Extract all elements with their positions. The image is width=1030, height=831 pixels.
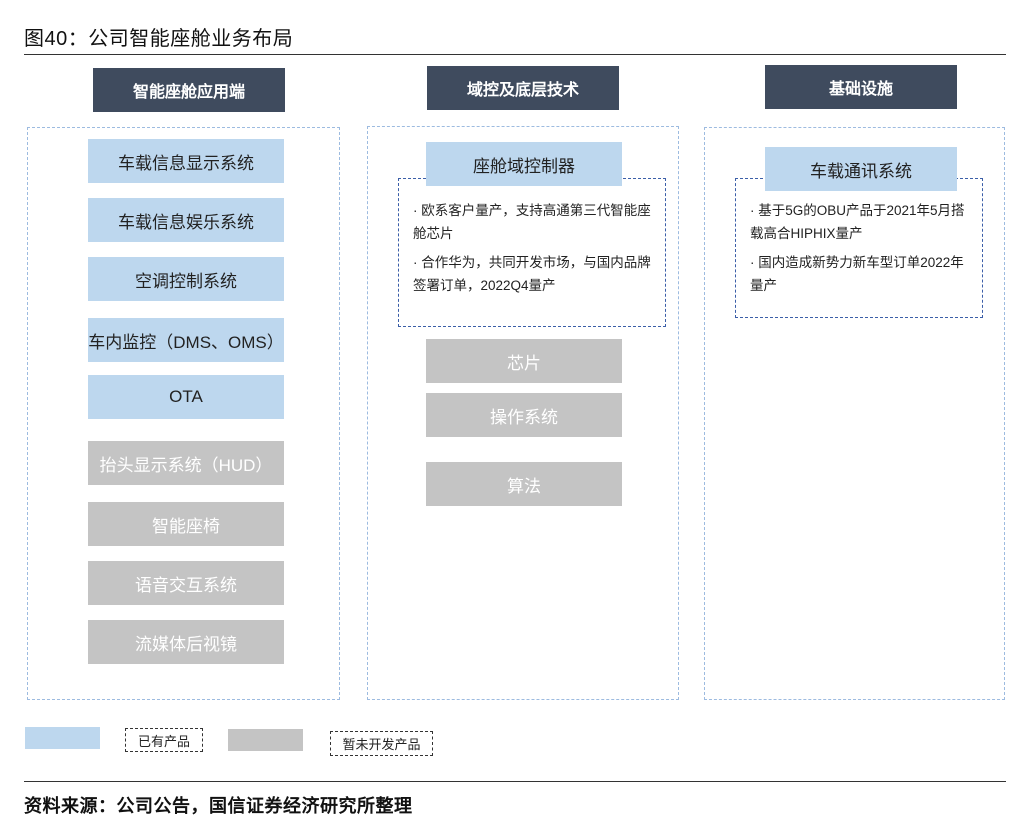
domain-controller-notes: · 欧系客户量产，支持高通第三代智能座舱芯片 · 合作华为，共同开发市场，与国内… xyxy=(398,178,666,327)
comm-system-notes: · 基于5G的OBU产品于2021年5月搭载高合HIPHIX量产 · 国内造成新… xyxy=(735,178,983,318)
domain-item: 算法 xyxy=(426,462,622,506)
app-item: 车内监控（DMS、OMS） xyxy=(88,318,284,362)
comm-note-2: · 国内造成新势力新车型订单2022年量产 xyxy=(750,255,964,293)
legend-planned-label: 暂未开发产品 xyxy=(330,731,433,756)
domain-item: 芯片 xyxy=(426,339,622,383)
header-domain: 域控及底层技术 xyxy=(427,66,619,110)
app-item: 空调控制系统 xyxy=(88,257,284,301)
figure-title: 图40：公司智能座舱业务布局 xyxy=(24,28,294,50)
domain-controller-box: 座舱域控制器 xyxy=(426,142,622,186)
bottom-rule xyxy=(24,781,1006,782)
legend-existing-swatch xyxy=(25,727,100,749)
app-item: 抬头显示系统（HUD） xyxy=(88,441,284,485)
header-infra: 基础设施 xyxy=(765,65,957,109)
app-item: 车载信息娱乐系统 xyxy=(88,198,284,242)
domain-item: 操作系统 xyxy=(426,393,622,437)
source-note: 资料来源：公司公告，国信证券经济研究所整理 xyxy=(24,796,413,816)
app-item: 智能座椅 xyxy=(88,502,284,546)
app-item: OTA xyxy=(88,375,284,419)
top-rule xyxy=(24,54,1006,55)
legend-planned-swatch xyxy=(228,729,303,751)
app-item: 语音交互系统 xyxy=(88,561,284,605)
legend-existing-label: 已有产品 xyxy=(125,728,203,752)
app-item: 流媒体后视镜 xyxy=(88,620,284,664)
app-item: 车载信息显示系统 xyxy=(88,139,284,183)
domain-note-1: · 欧系客户量产，支持高通第三代智能座舱芯片 xyxy=(413,203,651,241)
domain-note-2: · 合作华为，共同开发市场，与国内品牌签署订单，2022Q4量产 xyxy=(413,255,651,293)
comm-note-1: · 基于5G的OBU产品于2021年5月搭载高合HIPHIX量产 xyxy=(750,203,965,241)
header-app: 智能座舱应用端 xyxy=(93,68,285,112)
comm-system-box: 车载通讯系统 xyxy=(765,147,957,191)
